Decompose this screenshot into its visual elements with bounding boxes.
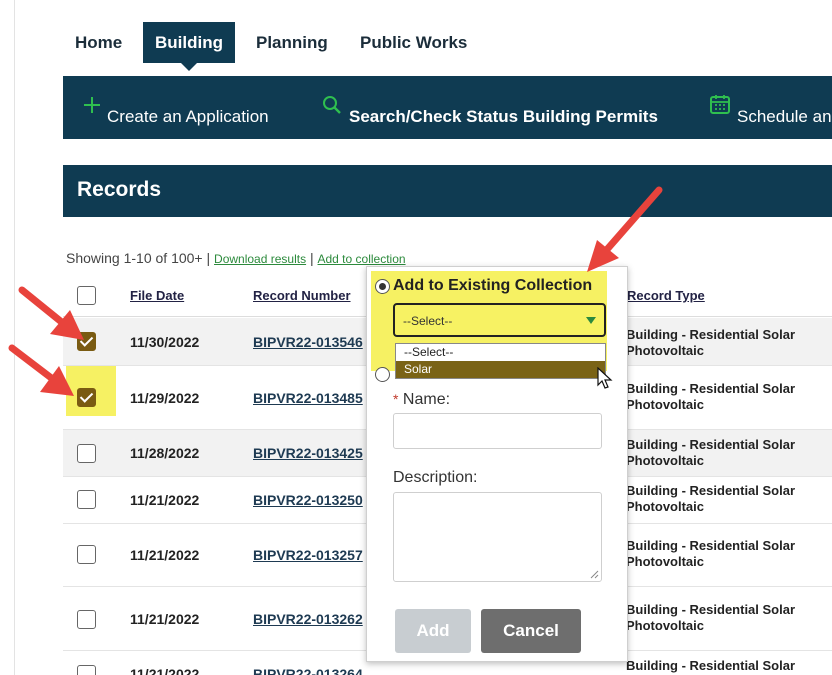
collection-select-value: --Select--	[403, 314, 453, 328]
new-collection-radio[interactable]	[375, 367, 390, 382]
showing-count: Showing 1-10 of 100+	[66, 250, 203, 266]
header-file-date[interactable]: File Date	[130, 288, 184, 303]
row-record-type: Building - Residential Solar Photovoltai…	[626, 381, 796, 412]
row-record-type: Building - Residential Solar Photovoltai…	[626, 538, 796, 569]
cancel-button[interactable]: Cancel	[481, 609, 581, 653]
header-record-type[interactable]: Record Type	[627, 288, 705, 303]
description-label: Description:	[393, 469, 478, 486]
collection-dropdown: --Select-- Solar	[395, 343, 606, 379]
row-record-number[interactable]: BIPVR22-013425	[253, 445, 363, 461]
records-title: Records	[77, 178, 162, 201]
tab-building[interactable]: Building	[143, 22, 235, 71]
row-checkbox[interactable]	[77, 490, 96, 509]
row-file-date: 11/30/2022	[130, 334, 200, 350]
add-to-collection-popup: Add to Existing Collection --Select-- --…	[366, 266, 628, 662]
dropdown-option-solar[interactable]: Solar	[396, 361, 605, 378]
magnifier-icon	[323, 96, 341, 114]
mouse-cursor-icon	[597, 367, 613, 389]
name-field[interactable]	[393, 413, 602, 449]
chevron-down-icon	[586, 317, 596, 324]
row-record-type: Building - Residential Solar Photovoltai…	[626, 483, 796, 514]
annotation-arrow-icon	[8, 344, 74, 396]
schedule-label: Schedule an	[737, 107, 832, 126]
row-record-number[interactable]: BIPVR22-013485	[253, 390, 363, 406]
search-permits-label: Search/Check Status Building Permits	[349, 107, 658, 126]
download-results-link[interactable]: Download results	[214, 252, 306, 266]
row-record-number[interactable]: BIPVR22-013262	[253, 611, 363, 627]
row-record-number[interactable]: BIPVR22-013546	[253, 334, 363, 350]
row-checkbox[interactable]	[77, 444, 96, 463]
row-checkbox[interactable]	[77, 665, 96, 675]
collection-select[interactable]: --Select--	[393, 303, 606, 337]
annotation-arrow-icon	[587, 186, 663, 272]
row-file-date: 11/21/2022	[130, 611, 200, 627]
row-record-type: Building - Residential Solar	[626, 658, 796, 673]
action-bar: Create an Application Search/Check Statu…	[63, 76, 832, 139]
add-button[interactable]: Add	[395, 609, 471, 653]
row-record-type: Building - Residential Solar Photovoltai…	[626, 327, 796, 358]
plus-icon	[84, 97, 100, 113]
row-file-date: 11/28/2022	[130, 445, 200, 461]
row-record-type: Building - Residential Solar Photovoltai…	[626, 602, 796, 633]
required-marker: *	[393, 391, 399, 407]
dropdown-option-select[interactable]: --Select--	[396, 344, 605, 361]
summary-separator-2: |	[309, 250, 314, 266]
row-record-type: Building - Residential Solar Photovoltai…	[626, 437, 796, 468]
row-record-number[interactable]: BIPVR22-013264	[253, 666, 363, 675]
create-application-label: Create an Application	[107, 107, 269, 126]
row-file-date: 11/29/2022	[130, 390, 200, 406]
calendar-icon	[710, 95, 730, 114]
row-file-date: 11/21/2022	[130, 666, 200, 675]
row-record-number[interactable]: BIPVR22-013257	[253, 547, 363, 563]
summary-separator: |	[206, 250, 211, 266]
tab-public-works[interactable]: Public Works	[348, 22, 479, 63]
tab-planning[interactable]: Planning	[244, 22, 340, 63]
name-label: * Name:	[393, 391, 450, 409]
existing-collection-label: Add to Existing Collection	[393, 277, 593, 294]
row-checkbox[interactable]	[77, 545, 96, 564]
results-summary: Showing 1-10 of 100+ | Download results …	[66, 250, 406, 266]
row-record-number[interactable]: BIPVR22-013250	[253, 492, 363, 508]
records-header: Records	[63, 165, 832, 217]
row-file-date: 11/21/2022	[130, 492, 200, 508]
resize-handle-icon	[590, 570, 599, 579]
add-to-collection-link[interactable]: Add to collection	[318, 252, 406, 266]
existing-collection-radio[interactable]	[375, 279, 390, 294]
row-file-date: 11/21/2022	[130, 547, 200, 563]
row-checkbox[interactable]	[77, 610, 96, 629]
tab-home[interactable]: Home	[63, 22, 134, 63]
name-label-text: Name:	[402, 391, 451, 408]
header-record-number[interactable]: Record Number	[253, 288, 351, 303]
description-field[interactable]	[393, 492, 602, 582]
